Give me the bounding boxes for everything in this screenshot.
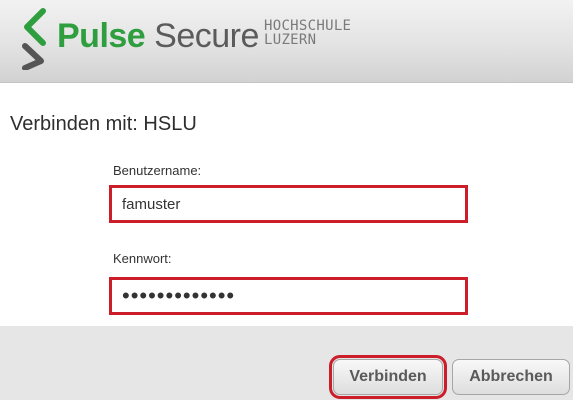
app-header: Pulse Secure HOCHSCHULE LUZERN (0, 0, 573, 83)
password-field[interactable] (109, 277, 468, 315)
organization-line-1: HOCHSCHULE (264, 18, 352, 34)
brand-name-pulse: Pulse (57, 17, 146, 55)
cancel-button[interactable]: Abbrechen (452, 359, 570, 395)
brand-name: Pulse Secure (57, 16, 259, 56)
connect-button[interactable]: Verbinden (329, 355, 447, 399)
password-label: Kennwort: (113, 251, 172, 266)
organization-line-2: LUZERN (264, 32, 317, 48)
connect-to-label: Verbinden mit: HSLU (10, 113, 197, 135)
pulse-secure-s-icon (22, 8, 46, 70)
brand-name-secure: Secure (154, 17, 259, 55)
organization-name: HOCHSCHULE LUZERN (264, 19, 351, 47)
username-field[interactable] (109, 185, 468, 223)
username-label: Benutzername: (113, 163, 202, 178)
